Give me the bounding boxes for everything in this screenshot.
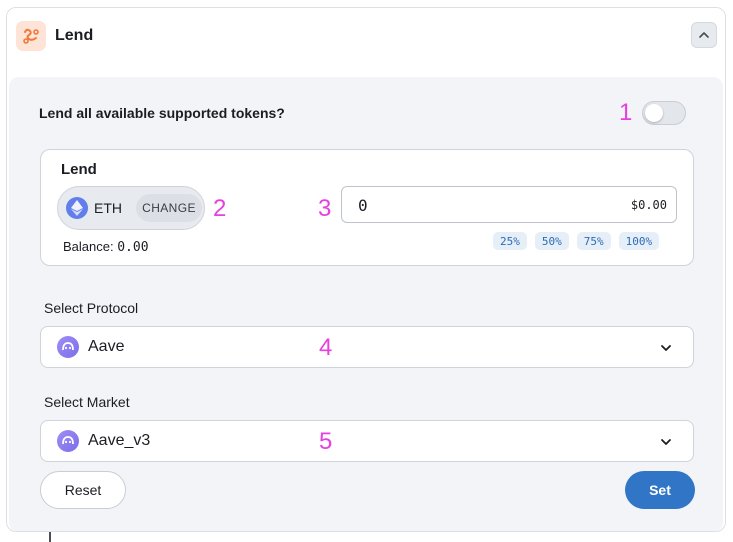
chevron-down-icon [661, 439, 671, 445]
amount-value: 0 [358, 196, 368, 215]
annotation-1: 1 [619, 99, 633, 126]
balance-label: Balance: [63, 239, 114, 254]
annotation-2: 2 [213, 195, 227, 222]
annotation-3: 3 [318, 195, 332, 222]
market-select[interactable]: Aave_v3 [40, 420, 694, 462]
protocol-value: Aave [88, 338, 125, 355]
percent-100-button[interactable]: 100% [618, 232, 660, 250]
aave-icon [57, 430, 79, 452]
set-button[interactable]: Set [625, 471, 695, 509]
lend-panel-title: Lend [61, 161, 97, 178]
market-value: Aave_v3 [88, 432, 151, 449]
reset-button[interactable]: Reset [40, 471, 126, 509]
chevron-down-icon [661, 345, 671, 351]
percent-25-button[interactable]: 25% [493, 232, 527, 250]
lend-amount-panel: Lend ETH CHANGE 2 Balance: 0.00 3 0 $0.0… [40, 149, 694, 266]
percent-50-button[interactable]: 50% [534, 232, 569, 250]
aave-icon [57, 336, 79, 358]
amount-usd-value: $0.00 [630, 198, 667, 212]
annotation-4: 4 [319, 334, 333, 361]
token-symbol: ETH [94, 200, 122, 216]
lend-all-question: Lend all available supported tokens? [39, 105, 285, 121]
token-selector[interactable]: ETH CHANGE [57, 186, 205, 230]
lend-action-card: Lend Lend all available supported tokens… [6, 7, 726, 532]
protocol-label: Select Protocol [44, 300, 139, 316]
card-body: Lend all available supported tokens? 1 L… [9, 77, 723, 531]
protocol-select[interactable]: Aave [40, 326, 694, 368]
percent-buttons: 25% 50% 75% 100% [493, 232, 660, 250]
change-token-button[interactable]: CHANGE [136, 194, 202, 222]
toggle-knob [645, 104, 663, 122]
market-label: Select Market [44, 394, 130, 410]
eth-icon [66, 197, 88, 219]
percent-75-button[interactable]: 75% [576, 232, 611, 250]
card-title: Lend [55, 27, 94, 44]
balance-value: 0.00 [117, 240, 149, 255]
chevron-up-icon [699, 32, 709, 38]
lend-all-toggle[interactable] [642, 101, 686, 125]
card-header: Lend [7, 8, 725, 76]
lend-action-icon [16, 21, 46, 51]
amount-input[interactable]: 0 $0.00 [341, 186, 677, 223]
balance-display: Balance: 0.00 [63, 239, 149, 255]
collapse-button[interactable] [691, 22, 717, 48]
annotation-5: 5 [319, 428, 333, 455]
